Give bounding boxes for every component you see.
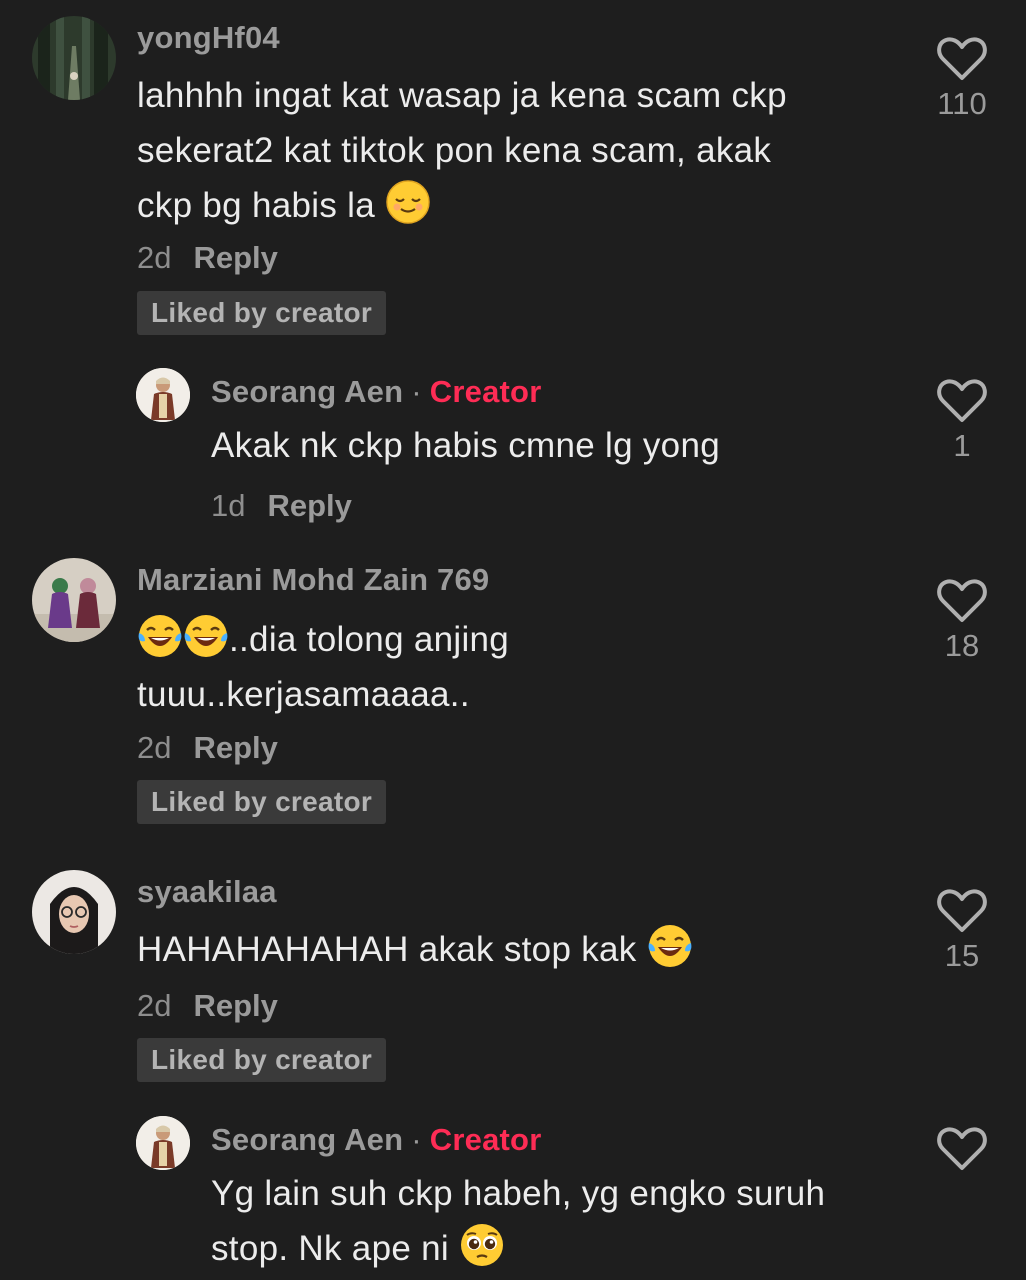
heart-icon: [937, 37, 987, 80]
comment-text-line: stop. Nk ape ni: [211, 1221, 825, 1276]
comment-text: ..dia tolong anjing tuuu..kerjasamaaaa..: [137, 612, 509, 722]
avatar[interactable]: [32, 558, 116, 642]
creator-label: Creator: [429, 1122, 542, 1157]
creator-username[interactable]: Seorang Aen: [211, 1122, 403, 1157]
liked-by-creator-badge: Liked by creator: [137, 1038, 387, 1082]
comment-age: 2d: [137, 730, 172, 765]
avatar[interactable]: [32, 16, 116, 100]
heart-icon: [937, 889, 987, 932]
comment-text-line: lahhhh ingat kat wasap ja kena scam ckp: [137, 76, 787, 115]
comment-text-line: ..dia tolong anjing: [137, 612, 509, 667]
reply-item: Seorang Aen · Creator Akak nk ckp habis cm…: [0, 340, 1026, 540]
reply-button[interactable]: Reply: [193, 240, 277, 275]
comment-text-line: HAHAHAHAHAH akak stop kak: [137, 922, 693, 977]
avatar-person-image: [136, 368, 190, 422]
comment-meta: 1d Reply: [211, 488, 352, 524]
comment-text: Akak nk ckp habis cmne lg yong: [211, 418, 720, 473]
like-button[interactable]: 1: [922, 378, 1002, 464]
pleading-face-emoji: [459, 1222, 505, 1268]
comment-item: yongHf04 lahhhh ingat kat wasap ja kena …: [0, 0, 1026, 340]
tears-of-joy-emoji: [137, 613, 183, 659]
comment-text: Yg lain suh ckp habeh, yg engko suruh st…: [211, 1166, 825, 1276]
comment-username[interactable]: syaakilaa: [137, 874, 277, 910]
avatar[interactable]: [136, 368, 190, 422]
tears-of-joy-emoji: [647, 923, 693, 969]
creator-username[interactable]: Seorang Aen: [211, 374, 403, 409]
comment-username: Seorang Aen · Creator: [211, 1122, 542, 1157]
avatar-person-image: [136, 1116, 190, 1170]
reply-button[interactable]: Reply: [193, 988, 277, 1023]
avatar-girl-glasses-image: [32, 870, 116, 954]
comment-username: Seorang Aen · Creator: [211, 374, 542, 409]
avatar-two-women-image: [32, 558, 116, 642]
comment-age: 2d: [137, 988, 172, 1023]
reply-button[interactable]: Reply: [193, 730, 277, 765]
heart-icon: [937, 1127, 987, 1170]
like-count: 1: [953, 428, 971, 463]
avatar[interactable]: [136, 1116, 190, 1170]
creator-label: Creator: [429, 374, 542, 409]
liked-by-creator-badge: Liked by creator: [137, 780, 387, 824]
tears-of-joy-emoji: [183, 613, 229, 659]
comment-meta: 2d Reply: [137, 240, 278, 276]
comment-meta: 2d Reply: [137, 730, 278, 766]
heart-icon: [937, 379, 987, 422]
comment-text-line: Yg lain suh ckp habeh, yg engko suruh: [211, 1174, 826, 1213]
comment-item: syaakilaa HAHAHAHAHAH akak stop kak 2d Re…: [0, 850, 1026, 1100]
comment-item: Marziani Mohd Zain 769 ..dia tolong anji…: [0, 540, 1026, 850]
avatar-forest-image: [32, 16, 116, 100]
relieved-face-emoji: [385, 179, 431, 225]
like-button[interactable]: 18: [922, 578, 1002, 664]
comment-text-line: tuuu..kerjasamaaaa..: [137, 675, 470, 714]
comment-text-line: sekerat2 kat tiktok pon kena scam, akak: [137, 131, 772, 170]
like-count: 18: [944, 628, 980, 663]
like-button[interactable]: 15: [922, 888, 1002, 974]
comment-username[interactable]: yongHf04: [137, 20, 280, 56]
like-count: 110: [937, 86, 987, 121]
comment-text-line: ckp bg habis la: [137, 178, 787, 233]
comment-age: 1d: [211, 488, 246, 523]
reply-item: Seorang Aen · Creator Yg lain suh ckp habe…: [0, 1100, 1026, 1280]
like-button[interactable]: [922, 1126, 1002, 1176]
like-button[interactable]: 110: [922, 36, 1002, 122]
avatar[interactable]: [32, 870, 116, 954]
comment-text: HAHAHAHAHAH akak stop kak: [137, 922, 693, 977]
like-count: 15: [944, 938, 980, 973]
liked-by-creator-badge: Liked by creator: [137, 291, 387, 335]
comment-text: lahhhh ingat kat wasap ja kena scam ckp …: [137, 68, 787, 233]
reply-button[interactable]: Reply: [267, 488, 351, 523]
heart-icon: [937, 579, 987, 622]
comment-text-line: Akak nk ckp habis cmne lg yong: [211, 426, 720, 465]
comment-username[interactable]: Marziani Mohd Zain 769: [137, 562, 489, 598]
comment-meta: 2d Reply: [137, 988, 278, 1024]
comment-age: 2d: [137, 240, 172, 275]
